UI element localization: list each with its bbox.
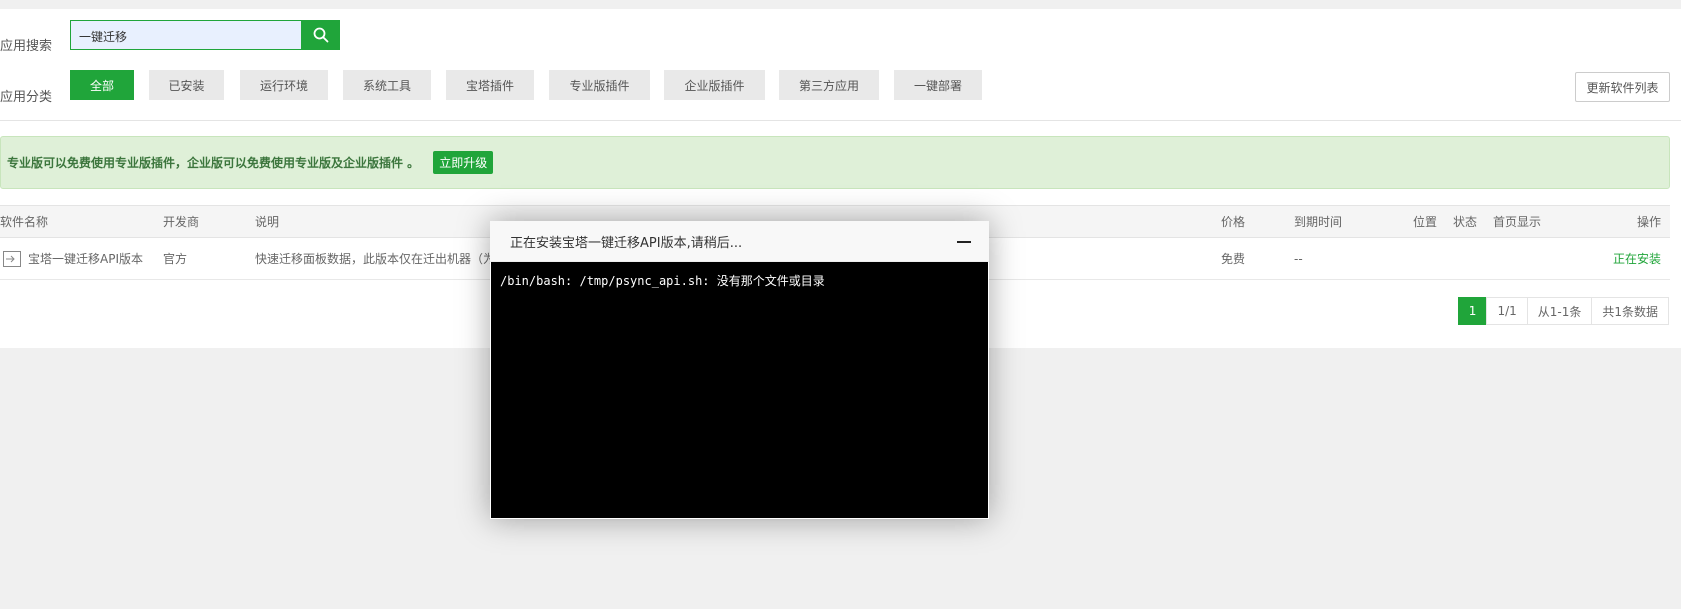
category-runtime[interactable]: 运行环境 [240, 70, 328, 100]
category-pro-plugins[interactable]: 专业版插件 [549, 70, 650, 100]
software-price: 免费 [1221, 252, 1246, 266]
category-system-tools[interactable]: 系统工具 [343, 70, 431, 100]
page-range: 从1-1条 [1526, 297, 1593, 325]
search-label: 应用搜索 [0, 39, 53, 54]
software-name: 宝塔一键迁移API版本 [28, 252, 143, 266]
upgrade-now-button[interactable]: 立即升级 [433, 151, 494, 174]
install-dialog-title: 正在安装宝塔一键迁移API版本,请稍后... [510, 235, 743, 251]
page-total: 共1条数据 [1591, 297, 1669, 325]
software-cell: 宝塔一键迁移API版本 [2, 238, 143, 279]
header-description: 说明 [255, 215, 280, 229]
page-current[interactable]: 1 [1457, 297, 1488, 325]
divider [0, 120, 1681, 121]
upgrade-notice: 专业版可以免费使用专业版插件，企业版可以免费使用专业版及企业版插件 。 立即升级 [0, 136, 1670, 189]
header-developer: 开发商 [163, 215, 200, 229]
installing-link[interactable]: 正在安装 [1613, 238, 1661, 279]
page-count: 1/1 [1486, 297, 1528, 325]
minimize-button[interactable] [955, 233, 973, 251]
search-input[interactable]: 一键迁移 [70, 20, 302, 50]
header-status: 状态 [1453, 215, 1478, 229]
category-one-click-deploy[interactable]: 一键部署 [894, 70, 982, 100]
software-description: 快速迁移面板数据，此版本仅在迁出机器（为 [255, 252, 490, 266]
category-enterprise-plugins[interactable]: 企业版插件 [664, 70, 765, 100]
search-button[interactable] [301, 20, 340, 50]
notice-text: 专业版可以免费使用专业版插件，企业版可以免费使用专业版及企业版插件 。 [7, 156, 420, 170]
minimize-icon [957, 241, 971, 243]
header-position: 位置 [1413, 215, 1438, 229]
header-action: 操作 [1637, 215, 1662, 229]
header-expire-time: 到期时间 [1294, 215, 1343, 229]
software-developer: 官方 [163, 252, 188, 266]
category-installed[interactable]: 已安装 [149, 70, 224, 100]
category-label: 应用分类 [0, 90, 53, 105]
category-all[interactable]: 全部 [70, 70, 134, 100]
header-price: 价格 [1221, 215, 1246, 229]
header-home-display: 首页显示 [1493, 215, 1542, 229]
software-icon [3, 250, 21, 267]
pagination: 1 1/1 从1-1条 共1条数据 [1457, 297, 1669, 325]
category-third-party[interactable]: 第三方应用 [779, 70, 879, 100]
software-expire-time: -- [1294, 251, 1303, 266]
header-name: 软件名称 [0, 215, 49, 229]
install-dialog-title-bar: 正在安装宝塔一键迁移API版本,请稍后... [490, 221, 989, 262]
search-icon [313, 27, 328, 43]
update-software-list-button[interactable]: 更新软件列表 [1575, 72, 1670, 102]
category-bt-plugins[interactable]: 宝塔插件 [446, 70, 534, 100]
install-dialog: 正在安装宝塔一键迁移API版本,请稍后... /bin/bash: /tmp/p… [490, 221, 989, 519]
install-log-terminal: /bin/bash: /tmp/psync_api.sh: 没有那个文件或目录 [491, 262, 988, 518]
